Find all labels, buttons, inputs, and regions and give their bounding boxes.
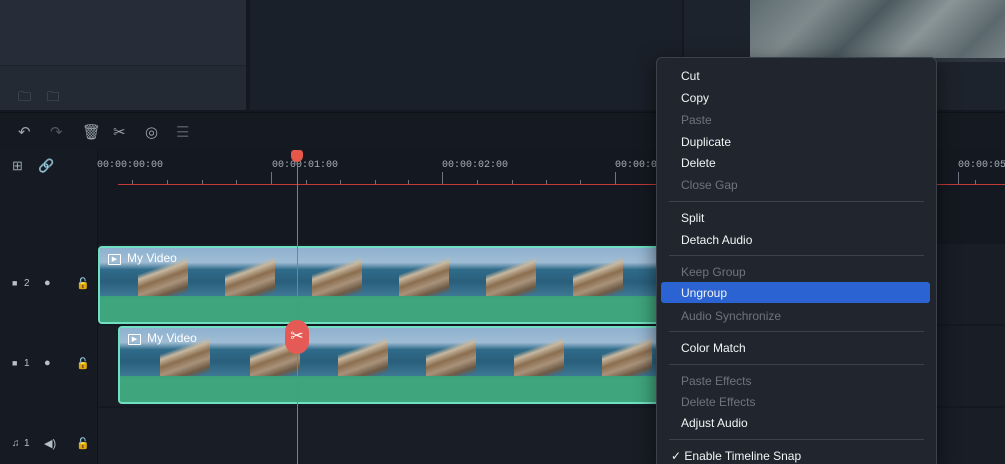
thumbnail-frame	[312, 248, 362, 296]
video-track-icon: ■	[12, 358, 18, 368]
link-icon[interactable]: 🔗	[38, 158, 54, 174]
new-folder-icon[interactable]: 🗀	[47, 89, 60, 104]
clip-audio-strip	[120, 378, 660, 402]
ruler-tick	[375, 180, 376, 184]
clip-title-text: My Video	[127, 251, 177, 265]
video-track-icon: ■	[12, 278, 18, 288]
menu-item-paste[interactable]: Paste	[681, 113, 712, 127]
clip-audio-strip	[100, 298, 660, 322]
ruler-tick	[271, 172, 272, 184]
ruler-tick	[512, 180, 513, 184]
video-clip-icon: ▶	[128, 334, 141, 345]
preview-panel	[250, 0, 682, 110]
ruler-tick	[408, 180, 409, 184]
track-number: 2	[24, 278, 30, 289]
eye-icon[interactable]: ●	[44, 277, 51, 289]
menu-item-split[interactable]: Split	[681, 211, 704, 225]
menu-item-color-match[interactable]: Color Match	[681, 341, 746, 355]
menu-separator	[669, 364, 924, 365]
menu-item-copy[interactable]: Copy	[681, 91, 709, 105]
video-clip-track-1[interactable]: ▶ My Video	[118, 326, 662, 404]
media-panel: 🗀 🗀	[0, 0, 246, 110]
thumbnail-frame	[573, 248, 623, 296]
ruler-tick	[167, 180, 168, 184]
preview-video-frame	[750, 0, 1005, 58]
ruler-label: 00:00:01:00	[272, 160, 339, 171]
menu-item-cut[interactable]: Cut	[681, 69, 700, 83]
track-controls-2: ■ 2 ● 🔓	[0, 244, 97, 324]
eye-icon[interactable]: ●	[44, 357, 51, 369]
playhead-handle[interactable]	[291, 150, 303, 162]
clip-thumbnails	[120, 328, 660, 376]
track-controls-1: ■ 1 ● 🔓	[0, 326, 97, 406]
lock-icon[interactable]: 🔓	[76, 437, 90, 450]
palette-icon[interactable]: ◎	[145, 123, 158, 141]
thumbnail-frame	[486, 248, 536, 296]
ruler-tick	[580, 180, 581, 184]
menu-item-close-gap[interactable]: Close Gap	[681, 178, 738, 192]
clip-title-text: My Video	[147, 331, 197, 345]
media-panel-content	[0, 0, 246, 66]
thumbnail-frame	[399, 248, 449, 296]
ruler-tick	[340, 180, 341, 184]
menu-separator	[669, 439, 924, 440]
ruler-tick	[306, 180, 307, 184]
clip-title: ▶ My Video	[128, 331, 197, 345]
clip-title: ▶ My Video	[108, 251, 177, 265]
thumbnail-frame	[426, 328, 476, 376]
adjust-icon[interactable]: ☰	[176, 123, 189, 141]
ruler-tick	[236, 180, 237, 184]
menu-item-adjust-audio[interactable]: Adjust Audio	[681, 416, 748, 430]
ruler-tick	[975, 180, 976, 184]
ruler-label: 00:00:00:00	[97, 160, 164, 171]
menu-separator	[669, 201, 924, 202]
ruler-label: 00:00:02:00	[442, 160, 509, 171]
playhead-line	[297, 158, 298, 464]
ruler-label: 00:00:05:	[958, 160, 1005, 171]
speaker-icon[interactable]: ◀)	[44, 437, 56, 450]
menu-item-paste-effects[interactable]: Paste Effects	[681, 374, 751, 388]
music-note-icon: ♫	[12, 438, 20, 449]
ruler-tick	[442, 172, 443, 184]
menu-item-audio-synchronize[interactable]: Audio Synchronize	[681, 309, 781, 323]
lock-icon[interactable]: 🔓	[76, 357, 90, 370]
clip-thumbnails	[100, 248, 660, 296]
split-scissors-icon[interactable]: ✂	[285, 320, 309, 354]
track-number: 1	[24, 358, 30, 369]
ruler-tick	[615, 172, 616, 184]
ruler-tick	[132, 180, 133, 184]
menu-item-delete[interactable]: Delete	[681, 156, 716, 170]
import-folder-icon[interactable]: 🗀	[18, 89, 31, 104]
ruler-tick	[546, 180, 547, 184]
thumbnail-frame	[338, 328, 388, 376]
media-panel-actions: 🗀 🗀	[18, 88, 72, 110]
thumbnail-frame	[225, 248, 275, 296]
redo-icon[interactable]: ↷	[50, 123, 63, 141]
menu-item-duplicate[interactable]: Duplicate	[681, 135, 731, 149]
menu-item-keep-group[interactable]: Keep Group	[681, 265, 746, 279]
menu-separator	[669, 331, 924, 332]
video-clip-icon: ▶	[108, 254, 121, 265]
menu-item-delete-effects[interactable]: Delete Effects	[681, 395, 755, 409]
video-clip-track-2[interactable]: ▶ My Video	[98, 246, 662, 324]
context-menu: Cut Copy Paste Duplicate Delete Close Ga…	[656, 57, 937, 464]
add-track-icon[interactable]: ⊞	[12, 158, 23, 174]
audio-track-controls: ♫ 1 ◀) 🔓	[0, 408, 97, 464]
ruler-tick	[202, 180, 203, 184]
video-editor-window: 🗀 🗀 ↶ ↷ 🗑 ✂ ◎ ☰ ⊞ 🔗 00:00:00:00 00:00:01…	[0, 0, 1005, 464]
menu-item-detach-audio[interactable]: Detach Audio	[681, 233, 752, 247]
undo-icon[interactable]: ↶	[18, 123, 31, 141]
track-number: 1	[24, 438, 30, 449]
ruler-tick	[958, 172, 959, 184]
menu-item-enable-timeline-snap[interactable]: ✓ Enable Timeline Snap	[671, 449, 801, 463]
scissors-icon[interactable]: ✂	[113, 123, 126, 141]
lock-icon[interactable]: 🔓	[76, 277, 90, 290]
thumbnail-frame	[514, 328, 564, 376]
menu-item-ungroup[interactable]: Ungroup	[681, 286, 727, 300]
ruler-tick	[477, 180, 478, 184]
menu-separator	[669, 255, 924, 256]
trash-icon[interactable]: 🗑	[82, 123, 101, 141]
thumbnail-frame	[602, 328, 652, 376]
